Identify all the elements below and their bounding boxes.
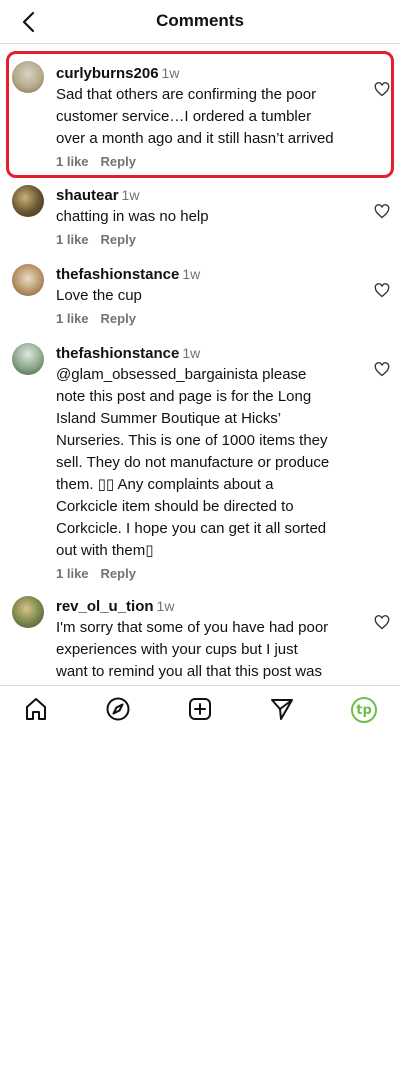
explore-icon[interactable] <box>105 696 131 722</box>
avatar[interactable] <box>12 185 44 217</box>
comment-time: 1w <box>156 598 175 614</box>
comment-text: Love the cup <box>56 287 142 304</box>
avatar[interactable] <box>12 264 44 296</box>
like-count[interactable]: 1 like <box>56 311 89 326</box>
avatar[interactable] <box>12 343 44 375</box>
like-count[interactable]: 1 like <box>56 232 89 247</box>
bottom-tab-bar: tp <box>0 685 400 733</box>
comment-time: 1w <box>121 187 140 203</box>
heart-icon[interactable] <box>374 82 390 97</box>
comment-text: I'm sorry that some of you have had poor… <box>56 619 329 680</box>
comment-item: thefashionstance 1w Love the cup 1 like Re… <box>0 264 400 344</box>
reply-button[interactable]: Reply <box>101 154 136 169</box>
comment-time: 1w <box>182 345 201 361</box>
reply-button[interactable]: Reply <box>101 311 136 326</box>
like-count[interactable]: 1 like <box>56 154 89 169</box>
like-count[interactable]: 1 like <box>56 566 89 581</box>
avatar[interactable] <box>12 596 44 628</box>
heart-icon[interactable] <box>374 283 390 298</box>
heart-icon[interactable] <box>374 615 390 630</box>
comment-username[interactable]: shautear <box>56 187 119 204</box>
comment-username[interactable]: thefashionstance <box>56 266 179 283</box>
comment-username[interactable]: curlyburns206 <box>56 65 159 82</box>
header: Comments <box>0 0 400 44</box>
heart-icon[interactable] <box>374 204 390 219</box>
page-title: Comments <box>156 11 244 30</box>
comment-time: 1w <box>161 65 180 81</box>
profile-avatar[interactable]: tp <box>351 697 377 723</box>
comment-username[interactable]: rev_ol_u_tion <box>56 598 154 615</box>
comment-text: @glam_obsessed_bargainista please note t… <box>56 366 330 559</box>
comment-text: Sad that others are confirming the poor … <box>56 86 334 147</box>
comment-item: rev_ol_u_tion 1w I'm sorry that some of y… <box>0 596 400 685</box>
home-icon[interactable] <box>23 696 49 722</box>
create-icon[interactable] <box>187 696 213 722</box>
comment-username[interactable]: thefashionstance <box>56 345 179 362</box>
comment-time: 1w <box>182 266 201 282</box>
comment-text: chatting in was no help <box>56 208 209 225</box>
avatar[interactable] <box>12 61 44 93</box>
heart-icon[interactable] <box>374 362 390 377</box>
comment-item: curlyburns206 1w Sad that others are conf… <box>0 45 400 185</box>
comment-item: thefashionstance 1w @glam_obsessed_bargai… <box>0 343 400 596</box>
reply-button[interactable]: Reply <box>101 232 136 247</box>
comment-list[interactable]: curlyburns206 1w Sad that others are conf… <box>0 45 400 685</box>
comment-item: shautear 1w chatting in was no help 1 lik… <box>0 185 400 265</box>
reply-button[interactable]: Reply <box>101 566 136 581</box>
direct-message-icon[interactable] <box>269 696 295 722</box>
